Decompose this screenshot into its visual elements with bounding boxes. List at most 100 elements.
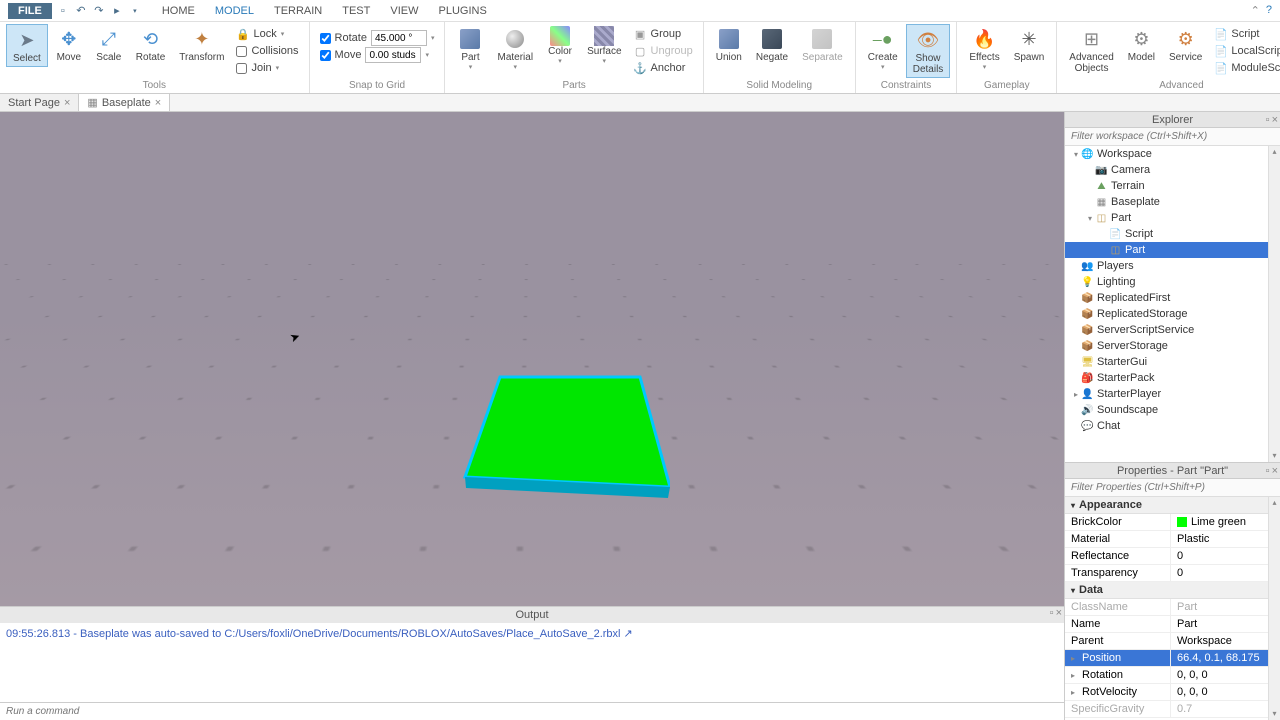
join-toggle[interactable]: Join▾ [236,60,298,76]
tab-home[interactable]: HOME [152,2,205,20]
file-menu[interactable]: FILE [8,3,52,19]
prop-position[interactable]: ▸Position66.4, 0.1, 68.175 [1065,650,1280,667]
explorer-filter[interactable] [1065,128,1280,145]
close-panel-icon[interactable]: × [1272,112,1278,128]
localscript-button[interactable]: 📄LocalScript [1214,43,1280,59]
tree-item[interactable]: 📷Camera [1065,162,1280,178]
tree-item[interactable]: ◫Part [1065,242,1280,258]
tree-arrow-icon[interactable]: ▾ [1071,150,1081,159]
expand-icon[interactable]: ▸ [1071,654,1079,663]
doctab-baseplate[interactable]: ▦Baseplate× [79,94,170,111]
close-panel-icon[interactable]: × [1056,607,1062,619]
tree-item[interactable]: ▾🌐Workspace [1065,146,1280,162]
scale-tool[interactable]: ⤢Scale [90,24,128,65]
anchor-button[interactable]: ⚓Anchor [634,60,693,76]
tree-item[interactable]: ▸👤StarterPlayer [1065,386,1280,402]
undock-icon[interactable]: ▫ [1050,607,1054,619]
effects-button[interactable]: 🔥Effects▾ [963,24,1005,73]
script-button[interactable]: 📄Script [1214,26,1280,42]
show-details-button[interactable]: 👁Show Details [906,24,951,78]
tab-plugins[interactable]: PLUGINS [429,2,497,20]
tab-terrain[interactable]: TERRAIN [264,2,332,20]
tab-test[interactable]: TEST [332,2,380,20]
prop-rotvelocity[interactable]: ▸RotVelocity0, 0, 0 [1065,684,1280,701]
doctab-startpage[interactable]: Start Page× [0,94,79,111]
tree-item[interactable]: 🔊Soundscape [1065,402,1280,418]
tree-item[interactable]: 👥Players [1065,258,1280,274]
viewport-3d[interactable]: ➤ [0,112,1064,606]
prop-transparency[interactable]: Transparency0 [1065,565,1280,582]
collapse-ribbon-icon[interactable]: ⌃ [1251,4,1260,17]
close-tab-icon[interactable]: × [155,97,161,109]
material-button[interactable]: Material▾ [491,24,539,73]
snap-rotate-input[interactable] [371,30,427,46]
new-icon[interactable]: ▫ [56,4,70,18]
dropdown-icon[interactable]: ▾ [128,4,142,18]
tree-item[interactable]: ⛰Terrain [1065,178,1280,194]
undock-icon[interactable]: ▫ [1266,463,1270,479]
selected-part[interactable] [460,372,670,502]
properties-scrollbar[interactable]: ▴▾ [1268,497,1280,720]
prop-category-data[interactable]: ▾Data [1065,582,1280,599]
ungroup-button[interactable]: ▢Ungroup [634,43,693,59]
explorer-tree[interactable]: ▾🌐Workspace📷Camera⛰Terrain▦Baseplate▾◫Pa… [1065,146,1280,462]
undock-icon[interactable]: ▫ [1266,112,1270,128]
create-constraint-button[interactable]: ⎯●Create▾ [862,24,904,73]
prop-brickcolor[interactable]: BrickColorLime green [1065,514,1280,531]
explorer-scrollbar[interactable]: ▴▾ [1268,146,1280,462]
spawn-button[interactable]: ✳Spawn [1008,24,1051,65]
transform-tool[interactable]: ✦Transform [173,24,230,65]
close-panel-icon[interactable]: × [1272,463,1278,479]
prop-reflectance[interactable]: Reflectance0 [1065,548,1280,565]
prop-name[interactable]: NamePart [1065,616,1280,633]
prop-rotation[interactable]: ▸Rotation0, 0, 0 [1065,667,1280,684]
tree-item[interactable]: ▾◫Part [1065,210,1280,226]
separate-button[interactable]: Separate [796,24,849,65]
command-input[interactable] [0,703,1064,720]
tree-item[interactable]: 🎒StarterPack [1065,370,1280,386]
union-button[interactable]: Union [710,24,748,65]
prop-parent[interactable]: ParentWorkspace [1065,633,1280,650]
surface-button[interactable]: Surface▾ [581,24,627,67]
rotate-tool[interactable]: ⟲Rotate [130,24,171,65]
snap-move-row[interactable]: Move▾ [320,47,435,63]
service-button[interactable]: ⚙Service [1163,24,1208,65]
snap-rotate-row[interactable]: Rotate▾ [320,30,435,46]
properties-filter[interactable] [1065,479,1280,496]
modulescript-button[interactable]: 📄ModuleScript [1214,60,1280,76]
undo-icon[interactable]: ↶ [74,4,88,18]
tab-model[interactable]: MODEL [205,2,264,20]
advanced-objects-button[interactable]: ⊞Advanced Objects [1063,24,1119,76]
tree-item[interactable]: ▦Baseplate [1065,194,1280,210]
group-button[interactable]: ▣Group [634,26,693,42]
tree-item[interactable]: 📦ReplicatedStorage [1065,306,1280,322]
negate-button[interactable]: Negate [750,24,794,65]
expand-icon[interactable]: ▸ [1071,671,1079,680]
snap-move-input[interactable] [365,47,421,63]
tab-view[interactable]: VIEW [380,2,428,20]
move-tool[interactable]: ✥Move [50,24,88,65]
tree-item[interactable]: 💡Lighting [1065,274,1280,290]
collisions-toggle[interactable]: Collisions [236,43,298,59]
redo-icon[interactable]: ↷ [92,4,106,18]
prop-category-appearance[interactable]: ▾Appearance [1065,497,1280,514]
tree-item[interactable]: 📦ServerStorage [1065,338,1280,354]
properties-body[interactable]: ▾Appearance BrickColorLime green Materia… [1065,497,1280,720]
model-button[interactable]: ⚙Model [1122,24,1161,65]
part-button[interactable]: Part▾ [451,24,489,73]
tree-item[interactable]: 📄Script [1065,226,1280,242]
tree-item[interactable]: 🖥StarterGui [1065,354,1280,370]
select-tool[interactable]: ➤Select [6,24,48,67]
tree-item[interactable]: 💬Chat [1065,418,1280,434]
play-icon[interactable]: ▸ [110,4,124,18]
tree-item[interactable]: 📦ReplicatedFirst [1065,290,1280,306]
expand-icon[interactable]: ▸ [1071,688,1079,697]
color-button[interactable]: Color▾ [541,24,579,67]
lock-toggle[interactable]: 🔒Lock▾ [236,26,298,42]
tree-arrow-icon[interactable]: ▾ [1085,214,1095,223]
help-icon[interactable]: ? [1266,4,1272,17]
close-tab-icon[interactable]: × [64,97,70,109]
tree-item[interactable]: 📦ServerScriptService [1065,322,1280,338]
tree-arrow-icon[interactable]: ▸ [1071,390,1081,399]
prop-material[interactable]: MaterialPlastic [1065,531,1280,548]
